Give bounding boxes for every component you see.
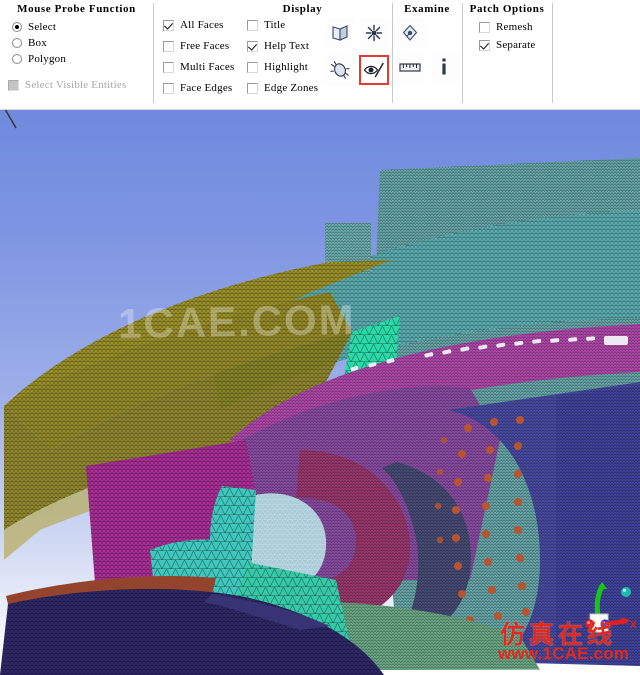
multi-faces-box[interactable] [163, 61, 174, 73]
panel-display: Display All Faces Free Faces Multi Faces… [153, 0, 392, 105]
radio-polygon-indicator[interactable] [12, 54, 22, 64]
explode-icon [365, 24, 383, 42]
checkbox-face-edges[interactable]: Face Edges [163, 82, 232, 94]
application-window: Mouse Probe Function Select Box Polygon … [0, 0, 640, 675]
radio-select-indicator[interactable] [12, 22, 22, 32]
radio-polygon[interactable]: Polygon [12, 53, 66, 65]
watermark-url: www.1CAE.com [498, 644, 630, 663]
explode-button[interactable] [359, 18, 389, 48]
panel-examine: Examine [392, 0, 462, 105]
edge-zones-box[interactable] [247, 82, 258, 94]
display-title: Display [282, 3, 323, 15]
eye-pencil-icon [363, 62, 384, 78]
cursor-pointer [4, 110, 17, 129]
checkbox-select-visible-entities: Select Visible Entities [8, 79, 127, 91]
checkbox-free-faces[interactable]: Free Faces [163, 40, 229, 52]
radio-select[interactable]: Select [12, 21, 56, 33]
face-edges-box[interactable] [163, 82, 174, 94]
checkbox-multi-faces[interactable]: Multi Faces [163, 61, 234, 73]
patch-options-title: Patch Options [469, 3, 545, 15]
all-faces-label: All Faces [180, 19, 224, 31]
examine-title: Examine [404, 3, 450, 15]
ruler-button[interactable] [395, 52, 425, 82]
checkbox-help-text[interactable]: Help Text [247, 40, 309, 52]
select-visible-entities-box [8, 79, 19, 91]
face-edges-label: Face Edges [180, 82, 233, 94]
free-faces-label: Free Faces [180, 40, 230, 52]
shell-mesh-icon [330, 61, 350, 79]
probe-drop-button[interactable] [395, 18, 425, 48]
open-book-icon [332, 25, 348, 41]
edge-zones-label: Edge Zones [264, 82, 319, 94]
open-book-button[interactable] [325, 18, 355, 48]
free-faces-box[interactable] [163, 40, 174, 52]
title-box[interactable] [247, 19, 258, 31]
help-text-label: Help Text [264, 40, 310, 52]
remesh-box[interactable] [479, 21, 490, 33]
panel-mouse-probe-function: Mouse Probe Function Select Box Polygon … [0, 0, 153, 105]
title-label: Title [264, 19, 286, 31]
highlight-box[interactable] [247, 61, 258, 73]
checkbox-all-faces[interactable]: All Faces [163, 19, 224, 31]
separate-box[interactable] [479, 39, 490, 51]
probe-drop-icon [402, 24, 418, 41]
toolbar-separator-4 [552, 3, 553, 103]
radio-select-label: Select [28, 21, 57, 33]
checkbox-edge-zones[interactable]: Edge Zones [247, 82, 318, 94]
eye-pencil-button[interactable] [359, 55, 389, 85]
mesh-tools-toolbar: Mouse Probe Function Select Box Polygon … [0, 0, 640, 110]
3d-mesh-viewport[interactable]: X 1CAE.COM 仿真在线 www.1CAE.com [0, 110, 640, 675]
radio-box[interactable]: Box [12, 37, 47, 49]
checkbox-remesh[interactable]: Remesh [479, 21, 533, 33]
all-faces-box[interactable] [163, 19, 174, 31]
highlight-label: Highlight [264, 61, 308, 73]
ruler-icon [399, 63, 421, 72]
mouse-probe-function-title: Mouse Probe Function [17, 3, 136, 15]
checkbox-title[interactable]: Title [247, 19, 285, 31]
help-text-box[interactable] [247, 40, 258, 52]
mesh-scene: X [0, 158, 640, 675]
radio-box-label: Box [28, 37, 47, 49]
checkbox-highlight[interactable]: Highlight [247, 61, 308, 73]
radio-polygon-label: Polygon [28, 53, 67, 65]
info-icon [442, 58, 446, 75]
axis-x-label: X [630, 620, 637, 631]
info-button[interactable] [429, 52, 459, 82]
select-visible-entities-label: Select Visible Entities [25, 79, 127, 91]
remesh-label: Remesh [496, 21, 533, 33]
shell-mesh-button[interactable] [325, 55, 355, 85]
checkbox-separate[interactable]: Separate [479, 39, 535, 51]
separate-label: Separate [496, 39, 536, 51]
multi-faces-label: Multi Faces [180, 61, 235, 73]
radio-box-indicator[interactable] [12, 38, 22, 48]
panel-patch-options: Patch Options Remesh Separate [462, 0, 552, 105]
